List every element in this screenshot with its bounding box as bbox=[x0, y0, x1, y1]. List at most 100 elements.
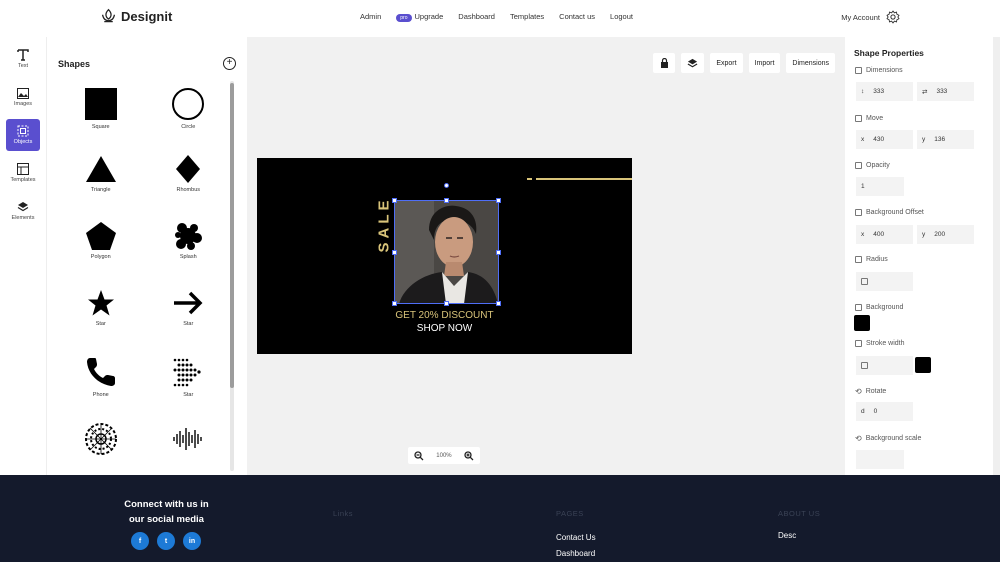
radius-checkbox[interactable] bbox=[861, 278, 868, 285]
shape-square[interactable]: Square bbox=[57, 87, 145, 140]
selection-box bbox=[394, 200, 499, 304]
bg-scale-icon: ⟲ bbox=[855, 434, 862, 443]
facebook-icon[interactable]: f bbox=[131, 532, 149, 550]
zoom-out-icon[interactable] bbox=[414, 450, 424, 461]
move-y-value: 136 bbox=[934, 136, 946, 143]
shape-circle[interactable]: Circle bbox=[145, 87, 233, 140]
resize-handle-r[interactable] bbox=[496, 250, 501, 255]
phone-icon bbox=[86, 358, 115, 386]
objects-icon bbox=[17, 125, 29, 137]
linkedin-icon[interactable]: in bbox=[183, 532, 201, 550]
nav-templates[interactable]: Templates bbox=[510, 12, 544, 21]
bg-scale-label: ⟲ Background scale bbox=[855, 434, 921, 443]
brand-name: Designit bbox=[121, 9, 173, 24]
discount-text[interactable]: GET 20% DISCOUNT bbox=[257, 310, 632, 321]
bg-scale-field[interactable] bbox=[856, 450, 904, 469]
nav-upgrade[interactable]: pro Upgrade bbox=[396, 12, 443, 22]
shapes-scrollbar-thumb[interactable] bbox=[230, 83, 234, 388]
footer-link-contact[interactable]: Contact Us bbox=[556, 533, 596, 542]
circle-icon bbox=[172, 88, 205, 120]
account-menu[interactable]: My Account bbox=[841, 10, 900, 24]
footer-connect: Connect with us in our social media bbox=[110, 497, 223, 527]
sidebar-item-objects[interactable]: Objects bbox=[6, 119, 40, 151]
sale-text[interactable]: SALE bbox=[376, 195, 393, 255]
shape-label: Star bbox=[95, 321, 106, 327]
shape-soundwave[interactable] bbox=[145, 422, 233, 475]
rotate-icon: ⟲ bbox=[855, 387, 862, 396]
add-shape-button[interactable]: + bbox=[223, 57, 236, 70]
square-icon bbox=[84, 88, 117, 120]
footer-link-dashboard[interactable]: Dashboard bbox=[556, 549, 595, 558]
shape-triangle[interactable]: Triangle bbox=[57, 154, 145, 207]
offset-y-field[interactable]: y 200 bbox=[917, 225, 974, 244]
properties-scrollbar[interactable] bbox=[993, 37, 1000, 475]
account-label: My Account bbox=[841, 12, 880, 22]
move-y-field[interactable]: y 136 bbox=[917, 130, 974, 149]
height-field[interactable]: ⇄ 333 bbox=[917, 82, 974, 101]
gold-line bbox=[536, 178, 632, 180]
stroke-width-field[interactable] bbox=[856, 356, 913, 375]
radius-label-text: Radius bbox=[866, 256, 888, 263]
offset-y-value: 200 bbox=[934, 231, 946, 238]
opacity-label: Opacity bbox=[855, 162, 890, 169]
lock-button[interactable] bbox=[653, 53, 676, 73]
resize-handle-b[interactable] bbox=[444, 301, 449, 306]
sidebar-item-text[interactable]: Text bbox=[6, 43, 40, 75]
offset-x-field[interactable]: x 400 bbox=[856, 225, 913, 244]
brand-logo[interactable]: Designit bbox=[100, 8, 172, 25]
shape-phone[interactable]: Phone bbox=[57, 355, 145, 408]
sidebar-item-elements[interactable]: Elements bbox=[6, 195, 40, 227]
nav-admin[interactable]: Admin bbox=[360, 12, 381, 21]
rotate-field[interactable]: d0 bbox=[856, 402, 913, 421]
shape-dotted-arrow[interactable]: Star bbox=[145, 355, 233, 408]
resize-handle-br[interactable] bbox=[496, 301, 501, 306]
stroke-color-swatch[interactable] bbox=[915, 357, 931, 373]
rotate-handle[interactable] bbox=[444, 183, 449, 188]
nav-dashboard[interactable]: Dashboard bbox=[458, 12, 495, 21]
stroke-checkbox[interactable] bbox=[861, 362, 868, 369]
width-field[interactable]: ↕ 333 bbox=[856, 82, 913, 101]
opacity-label-text: Opacity bbox=[866, 162, 890, 169]
footer-about-desc: Desc bbox=[778, 531, 797, 540]
opacity-icon bbox=[855, 162, 862, 169]
tool-sidebar: Text Images Objects Templates Elements bbox=[0, 37, 47, 475]
radius-icon bbox=[855, 256, 862, 263]
shape-properties-panel: Shape Properties Dimensions ↕ 333 ⇄ 333 Mo… bbox=[845, 37, 993, 475]
shape-mandala[interactable] bbox=[57, 422, 145, 475]
import-button[interactable]: Import bbox=[748, 53, 781, 73]
bg-offset-label: Background Offset bbox=[855, 209, 924, 216]
layers-button[interactable] bbox=[681, 53, 705, 73]
nav-contact[interactable]: Contact us bbox=[559, 12, 595, 21]
shape-polygon[interactable]: Polygon bbox=[57, 221, 145, 274]
resize-handle-tr[interactable] bbox=[496, 198, 501, 203]
background-color-swatch[interactable] bbox=[854, 315, 870, 331]
move-x-field[interactable]: x 430 bbox=[856, 130, 913, 149]
dimensions-label: Dimensions bbox=[855, 67, 903, 74]
zoom-in-icon[interactable] bbox=[464, 450, 474, 461]
resize-handle-l[interactable] bbox=[392, 250, 397, 255]
export-button[interactable]: Export bbox=[710, 53, 743, 73]
sidebar-item-images[interactable]: Images bbox=[6, 81, 40, 113]
shape-star[interactable]: Star bbox=[57, 288, 145, 341]
bg-offset-label-text: Background Offset bbox=[866, 209, 924, 216]
dimensions-button[interactable]: Dimensions bbox=[786, 53, 835, 73]
shape-rhombus[interactable]: Rhombus bbox=[145, 154, 233, 207]
sidebar-item-templates[interactable]: Templates bbox=[6, 157, 40, 189]
dotted-arrow-icon bbox=[173, 358, 201, 387]
splash-icon bbox=[175, 223, 203, 250]
resize-handle-bl[interactable] bbox=[392, 301, 397, 306]
shape-label: Triangle bbox=[90, 187, 111, 193]
twitter-icon[interactable]: t bbox=[157, 532, 175, 550]
shop-now-text[interactable]: SHOP NOW bbox=[257, 323, 632, 334]
radius-field[interactable] bbox=[856, 272, 913, 291]
design-canvas[interactable]: SALE GET 20% DISCOUNT SHOP NOW bbox=[257, 158, 632, 354]
nav-logout[interactable]: Logout bbox=[610, 12, 633, 21]
shape-arrow[interactable]: Star bbox=[145, 288, 233, 341]
gold-dash bbox=[527, 178, 532, 180]
shape-splash[interactable]: Splash bbox=[145, 221, 233, 274]
resize-handle-tl[interactable] bbox=[392, 198, 397, 203]
rotate-value: 0 bbox=[873, 408, 878, 415]
offset-x-value: 400 bbox=[873, 231, 885, 238]
resize-handle-t[interactable] bbox=[444, 198, 449, 203]
opacity-field[interactable]: 1 bbox=[856, 177, 904, 196]
